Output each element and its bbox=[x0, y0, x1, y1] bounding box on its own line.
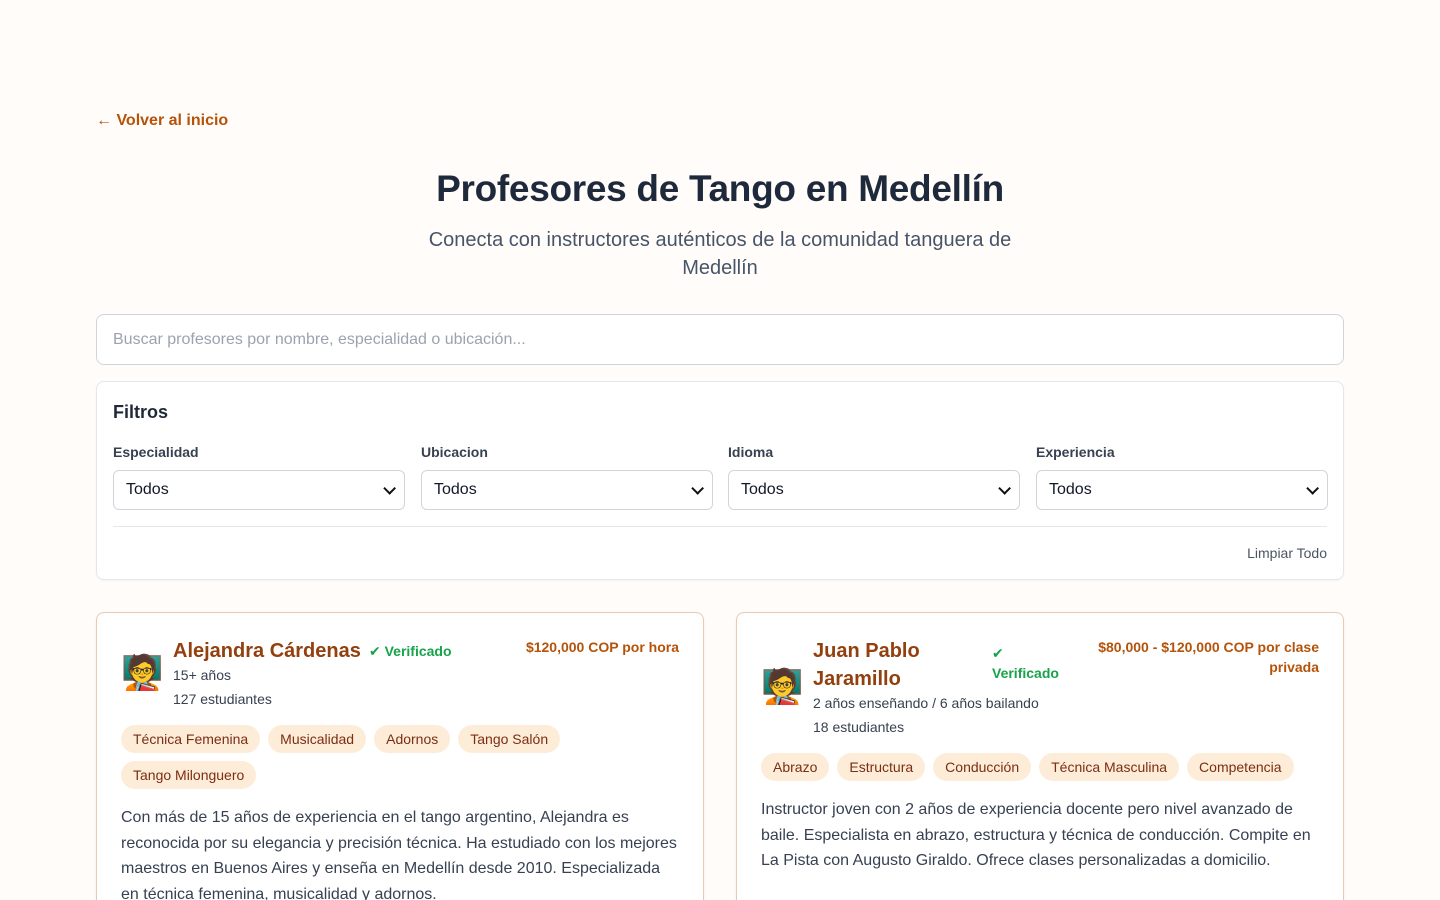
filter-label: Especialidad bbox=[113, 444, 199, 460]
teacher-avatar-icon: 🧑‍🏫 bbox=[761, 668, 804, 706]
tag-list: Abrazo Estructura Conducción Técnica Mas… bbox=[761, 753, 1331, 781]
specialty-tag: Estructura bbox=[837, 753, 926, 781]
chevron-down-icon bbox=[1306, 481, 1319, 495]
page-title: Profesores de Tango en Medellín bbox=[436, 168, 1004, 209]
teacher-card[interactable]: 🧑‍🏫 Juan Pablo Jaramillo ✔ Verificado $8… bbox=[736, 612, 1344, 900]
filter-label: Ubicacion bbox=[421, 444, 488, 460]
especialidad-select[interactable]: Todos bbox=[113, 470, 405, 510]
specialty-tag: Técnica Femenina bbox=[121, 725, 261, 753]
divider bbox=[113, 526, 1327, 527]
search-input[interactable] bbox=[96, 314, 1344, 365]
filter-experiencia: Experiencia Todos bbox=[1036, 444, 1328, 510]
teacher-experience: 2 años enseñando / 6 años bailando bbox=[813, 695, 1039, 711]
tag-list: Técnica Femenina Musicalidad Adornos Tan… bbox=[121, 725, 601, 789]
back-home-link[interactable]: ← Volver al inicio bbox=[96, 112, 228, 130]
filter-especialidad: Especialidad Todos bbox=[113, 444, 405, 510]
ubicacion-select[interactable]: Todos bbox=[421, 470, 713, 510]
teacher-name[interactable]: Juan Pablo Jaramillo bbox=[813, 637, 963, 693]
teacher-card[interactable]: 🧑‍🏫 Alejandra Cárdenas ✔ Verificado $120… bbox=[96, 612, 704, 900]
specialty-tag: Conducción bbox=[933, 753, 1032, 781]
verified-badge: ✔ Verificado bbox=[992, 645, 1059, 681]
select-value: Todos bbox=[1049, 481, 1092, 498]
filters-title: Filtros bbox=[113, 402, 169, 422]
teacher-name[interactable]: Alejandra Cárdenas bbox=[173, 637, 361, 665]
select-value: Todos bbox=[126, 481, 169, 498]
experiencia-select[interactable]: Todos bbox=[1036, 470, 1328, 510]
specialty-tag: Competencia bbox=[1187, 753, 1294, 781]
filter-idioma: Idioma Todos bbox=[728, 444, 1020, 510]
teacher-avatar-icon: 🧑‍🏫 bbox=[121, 654, 164, 692]
teacher-students: 18 estudiantes bbox=[813, 719, 905, 735]
specialty-tag: Tango Salón bbox=[458, 725, 561, 753]
filters-panel: Filtros Especialidad Todos Ubicacion Tod… bbox=[96, 381, 1344, 580]
teacher-experience: 15+ años bbox=[173, 667, 231, 683]
chevron-down-icon bbox=[691, 481, 704, 495]
filter-label: Experiencia bbox=[1036, 444, 1115, 460]
select-value: Todos bbox=[741, 481, 784, 498]
filter-label: Idioma bbox=[728, 444, 774, 460]
teacher-description: Con más de 15 años de experiencia en el … bbox=[121, 809, 677, 900]
clear-all-button[interactable]: Limpiar Todo bbox=[1247, 545, 1327, 561]
teacher-price: $80,000 - $120,000 COP por clase privada bbox=[1098, 639, 1319, 675]
teacher-students: 127 estudiantes bbox=[173, 691, 272, 707]
specialty-tag: Abrazo bbox=[761, 753, 830, 781]
idioma-select[interactable]: Todos bbox=[728, 470, 1020, 510]
specialty-tag: Tango Milonguero bbox=[121, 761, 257, 789]
specialty-tag: Técnica Masculina bbox=[1039, 753, 1180, 781]
chevron-down-icon bbox=[998, 481, 1011, 495]
verified-badge: ✔ Verificado bbox=[369, 643, 452, 659]
chevron-down-icon bbox=[383, 481, 396, 495]
teacher-price: $120,000 COP por hora bbox=[525, 639, 679, 655]
page-subtitle: Conecta con instructores auténticos de l… bbox=[428, 229, 1012, 279]
select-value: Todos bbox=[434, 481, 477, 498]
specialty-tag: Adornos bbox=[374, 725, 451, 753]
teacher-description: Instructor joven con 2 años de experienc… bbox=[761, 801, 1311, 870]
specialty-tag: Musicalidad bbox=[268, 725, 367, 753]
filter-ubicacion: Ubicacion Todos bbox=[421, 444, 713, 510]
